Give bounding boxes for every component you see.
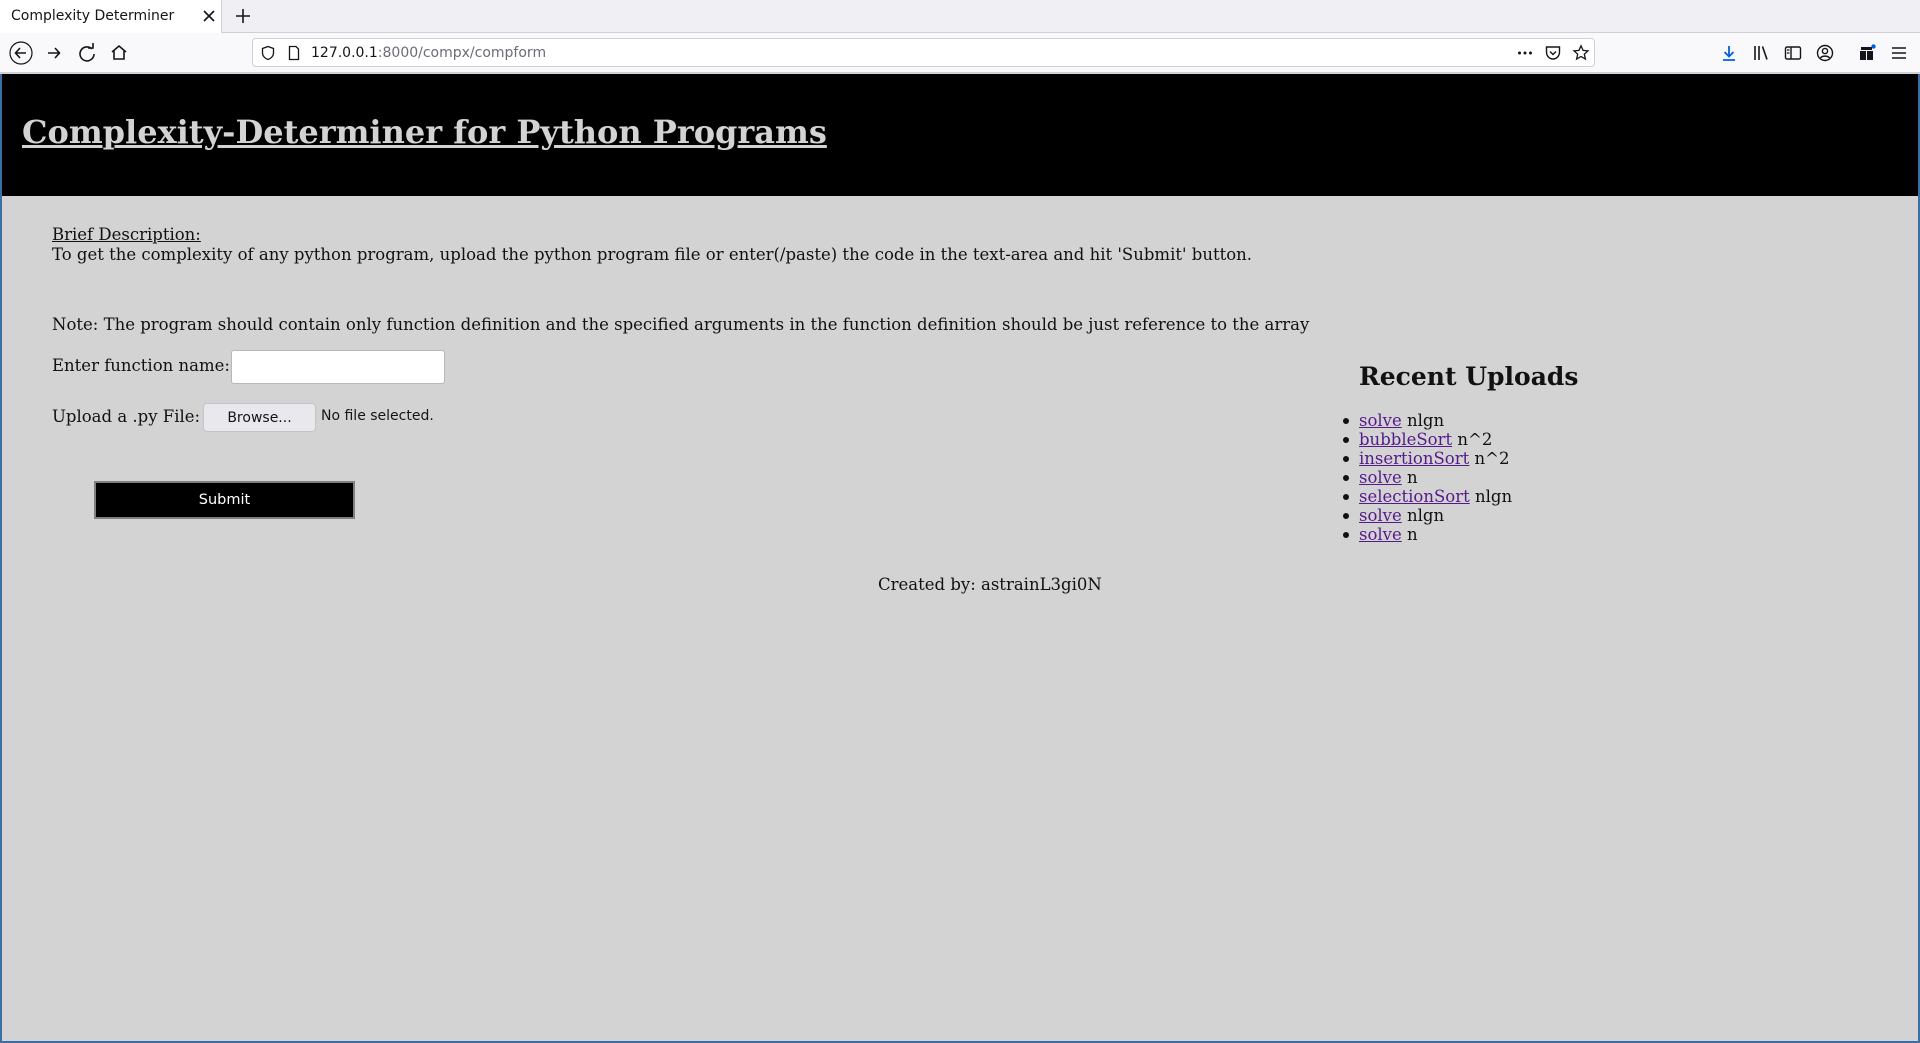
- page-icon[interactable]: [285, 44, 303, 62]
- function-name-label: Enter function name:: [52, 356, 230, 375]
- forward-arrow-icon[interactable]: [42, 41, 66, 65]
- account-icon[interactable]: [1813, 41, 1837, 65]
- submit-button[interactable]: Submit: [94, 481, 355, 519]
- complexity-value: n: [1407, 525, 1418, 544]
- url-path: :8000/compx/compform: [377, 45, 547, 61]
- pocket-icon[interactable]: [1544, 44, 1562, 62]
- recent-upload-link[interactable]: insertionSort: [1359, 449, 1469, 468]
- ellipsis-icon[interactable]: [1516, 44, 1534, 62]
- upload-label: Upload a .py File:: [52, 407, 201, 426]
- library-icon[interactable]: [1749, 41, 1773, 65]
- complexity-value: n: [1407, 468, 1418, 487]
- list-item: solve n: [1342, 525, 1512, 544]
- reload-icon[interactable]: [75, 41, 99, 65]
- function-name-input[interactable]: [231, 350, 445, 384]
- recent-upload-link[interactable]: solve: [1359, 411, 1402, 430]
- recent-upload-link[interactable]: selectionSort: [1359, 487, 1470, 506]
- complexity-value: n^2: [1457, 430, 1493, 449]
- url-text[interactable]: 127.0.0.1:8000/compx/compform: [311, 45, 546, 61]
- browse-button[interactable]: Browse...: [203, 403, 316, 432]
- footer-credit: Created by: astrainL3gi0N: [878, 575, 1102, 594]
- complexity-value: n^2: [1474, 449, 1510, 468]
- list-item: solve nlgn: [1342, 506, 1512, 525]
- active-tab[interactable]: Complexity Determiner: [0, 0, 222, 33]
- recent-upload-link[interactable]: solve: [1359, 468, 1402, 487]
- complexity-value: nlgn: [1407, 506, 1445, 525]
- hamburger-menu-icon[interactable]: [1887, 41, 1911, 65]
- sidebar-icon[interactable]: [1781, 41, 1805, 65]
- no-file-text: No file selected.: [321, 408, 434, 424]
- recent-uploads-list: solve nlgn bubbleSort n^2 insertionSort …: [1342, 411, 1512, 544]
- navigation-toolbar: 127.0.0.1:8000/compx/compform: [0, 33, 1920, 73]
- url-host: 127.0.0.1: [311, 45, 378, 61]
- url-bar[interactable]: 127.0.0.1:8000/compx/compform: [252, 38, 1595, 67]
- recent-uploads-title: Recent Uploads: [1359, 362, 1579, 391]
- star-icon[interactable]: [1572, 44, 1590, 62]
- list-item: solve nlgn: [1342, 411, 1512, 430]
- tab-strip: Complexity Determiner: [0, 0, 1920, 33]
- download-icon[interactable]: [1717, 41, 1741, 65]
- complexity-value: nlgn: [1407, 411, 1445, 430]
- list-item: insertionSort n^2: [1342, 449, 1512, 468]
- site-header: Complexity-Determiner for Python Program…: [2, 74, 1918, 196]
- complexity-value: nlgn: [1475, 487, 1513, 506]
- plus-icon[interactable]: [232, 5, 254, 27]
- recent-upload-link[interactable]: solve: [1359, 525, 1402, 544]
- close-icon[interactable]: [199, 6, 219, 26]
- description-text: To get the complexity of any python prog…: [52, 245, 1253, 264]
- note-text: Note: The program should contain only fu…: [52, 315, 1310, 334]
- home-icon[interactable]: [107, 41, 131, 65]
- shield-icon[interactable]: [259, 44, 277, 62]
- back-arrow-icon[interactable]: [9, 41, 33, 65]
- list-item: selectionSort nlgn: [1342, 487, 1512, 506]
- list-item: solve n: [1342, 468, 1512, 487]
- page-content: Complexity-Determiner for Python Program…: [0, 74, 1920, 1043]
- tab-title: Complexity Determiner: [11, 8, 175, 24]
- list-item: bubbleSort n^2: [1342, 430, 1512, 449]
- recent-upload-link[interactable]: bubbleSort: [1359, 430, 1452, 449]
- description-heading: Brief Description:: [52, 225, 201, 244]
- recent-upload-link[interactable]: solve: [1359, 506, 1402, 525]
- page-title[interactable]: Complexity-Determiner for Python Program…: [22, 113, 827, 151]
- extensions-icon[interactable]: [1855, 41, 1879, 65]
